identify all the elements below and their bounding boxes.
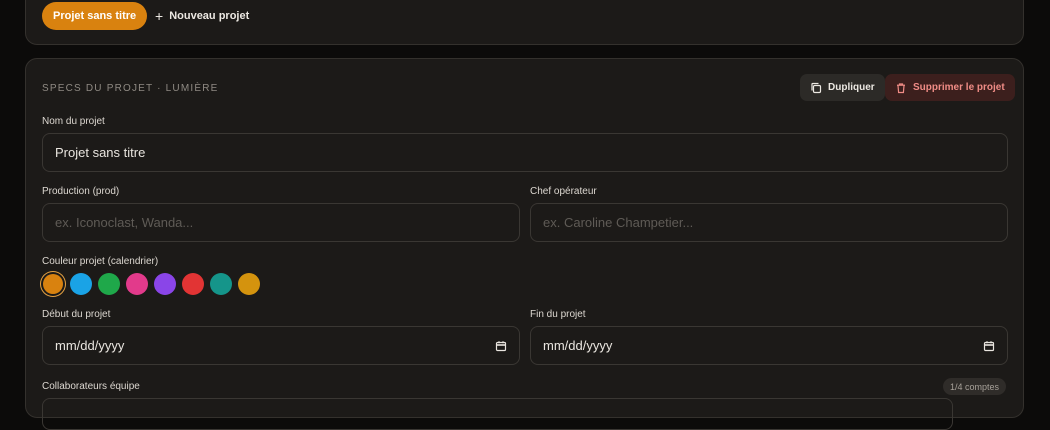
end-date-field[interactable]: mm/dd/yyyy	[530, 326, 1008, 365]
team-count-badge: 1/4 comptes	[943, 378, 1007, 395]
dop-input[interactable]	[543, 215, 995, 230]
color-swatch[interactable]	[98, 273, 120, 295]
production-field[interactable]	[42, 203, 520, 242]
delete-project-button[interactable]: Supprimer le projet	[885, 74, 1015, 101]
trash-icon	[897, 82, 905, 93]
dop-field[interactable]	[530, 203, 1008, 242]
delete-label: Supprimer le projet	[913, 82, 1005, 93]
color-swatch[interactable]	[126, 273, 148, 295]
color-swatch[interactable]	[154, 273, 176, 295]
production-label: Production (prod)	[42, 186, 120, 197]
color-swatch[interactable]	[70, 273, 92, 295]
project-tabs-bar: Projet sans titre + Nouveau projet	[25, 0, 1024, 45]
production-input[interactable]	[55, 215, 507, 230]
project-specs-card: SPECS DU PROJET · LUMIÈRE Dupliquer Supp…	[25, 58, 1024, 430]
team-label: Collaborateurs équipe	[42, 381, 140, 392]
color-swatch[interactable]	[210, 273, 232, 295]
color-swatch[interactable]	[43, 274, 63, 294]
end-date-label: Fin du projet	[530, 309, 586, 320]
new-project-label: Nouveau projet	[169, 10, 250, 22]
project-name-label: Nom du projet	[42, 116, 105, 127]
color-swatch[interactable]	[182, 273, 204, 295]
start-date-field[interactable]: mm/dd/yyyy	[42, 326, 520, 365]
calendar-icon[interactable]	[983, 340, 995, 352]
team-field[interactable]	[42, 398, 953, 430]
end-date-value: mm/dd/yyyy	[543, 338, 613, 353]
start-date-value: mm/dd/yyyy	[55, 338, 125, 353]
start-date-label: Début du projet	[42, 309, 111, 320]
project-tab-active[interactable]: Projet sans titre	[42, 2, 148, 30]
color-label: Couleur projet (calendrier)	[42, 256, 159, 267]
plus-icon: +	[155, 8, 164, 24]
color-swatch[interactable]	[238, 273, 260, 295]
duplicate-label: Dupliquer	[828, 82, 875, 93]
copy-icon	[811, 82, 822, 93]
new-project-button[interactable]: + Nouveau projet	[155, 2, 249, 30]
duplicate-button[interactable]: Dupliquer	[800, 74, 885, 101]
color-swatches	[42, 273, 260, 295]
section-title: SPECS DU PROJET · LUMIÈRE	[42, 83, 219, 94]
dop-label: Chef opérateur	[530, 186, 597, 197]
project-name-field[interactable]	[42, 133, 1008, 172]
project-name-input[interactable]	[55, 145, 995, 160]
calendar-icon[interactable]	[495, 340, 507, 352]
